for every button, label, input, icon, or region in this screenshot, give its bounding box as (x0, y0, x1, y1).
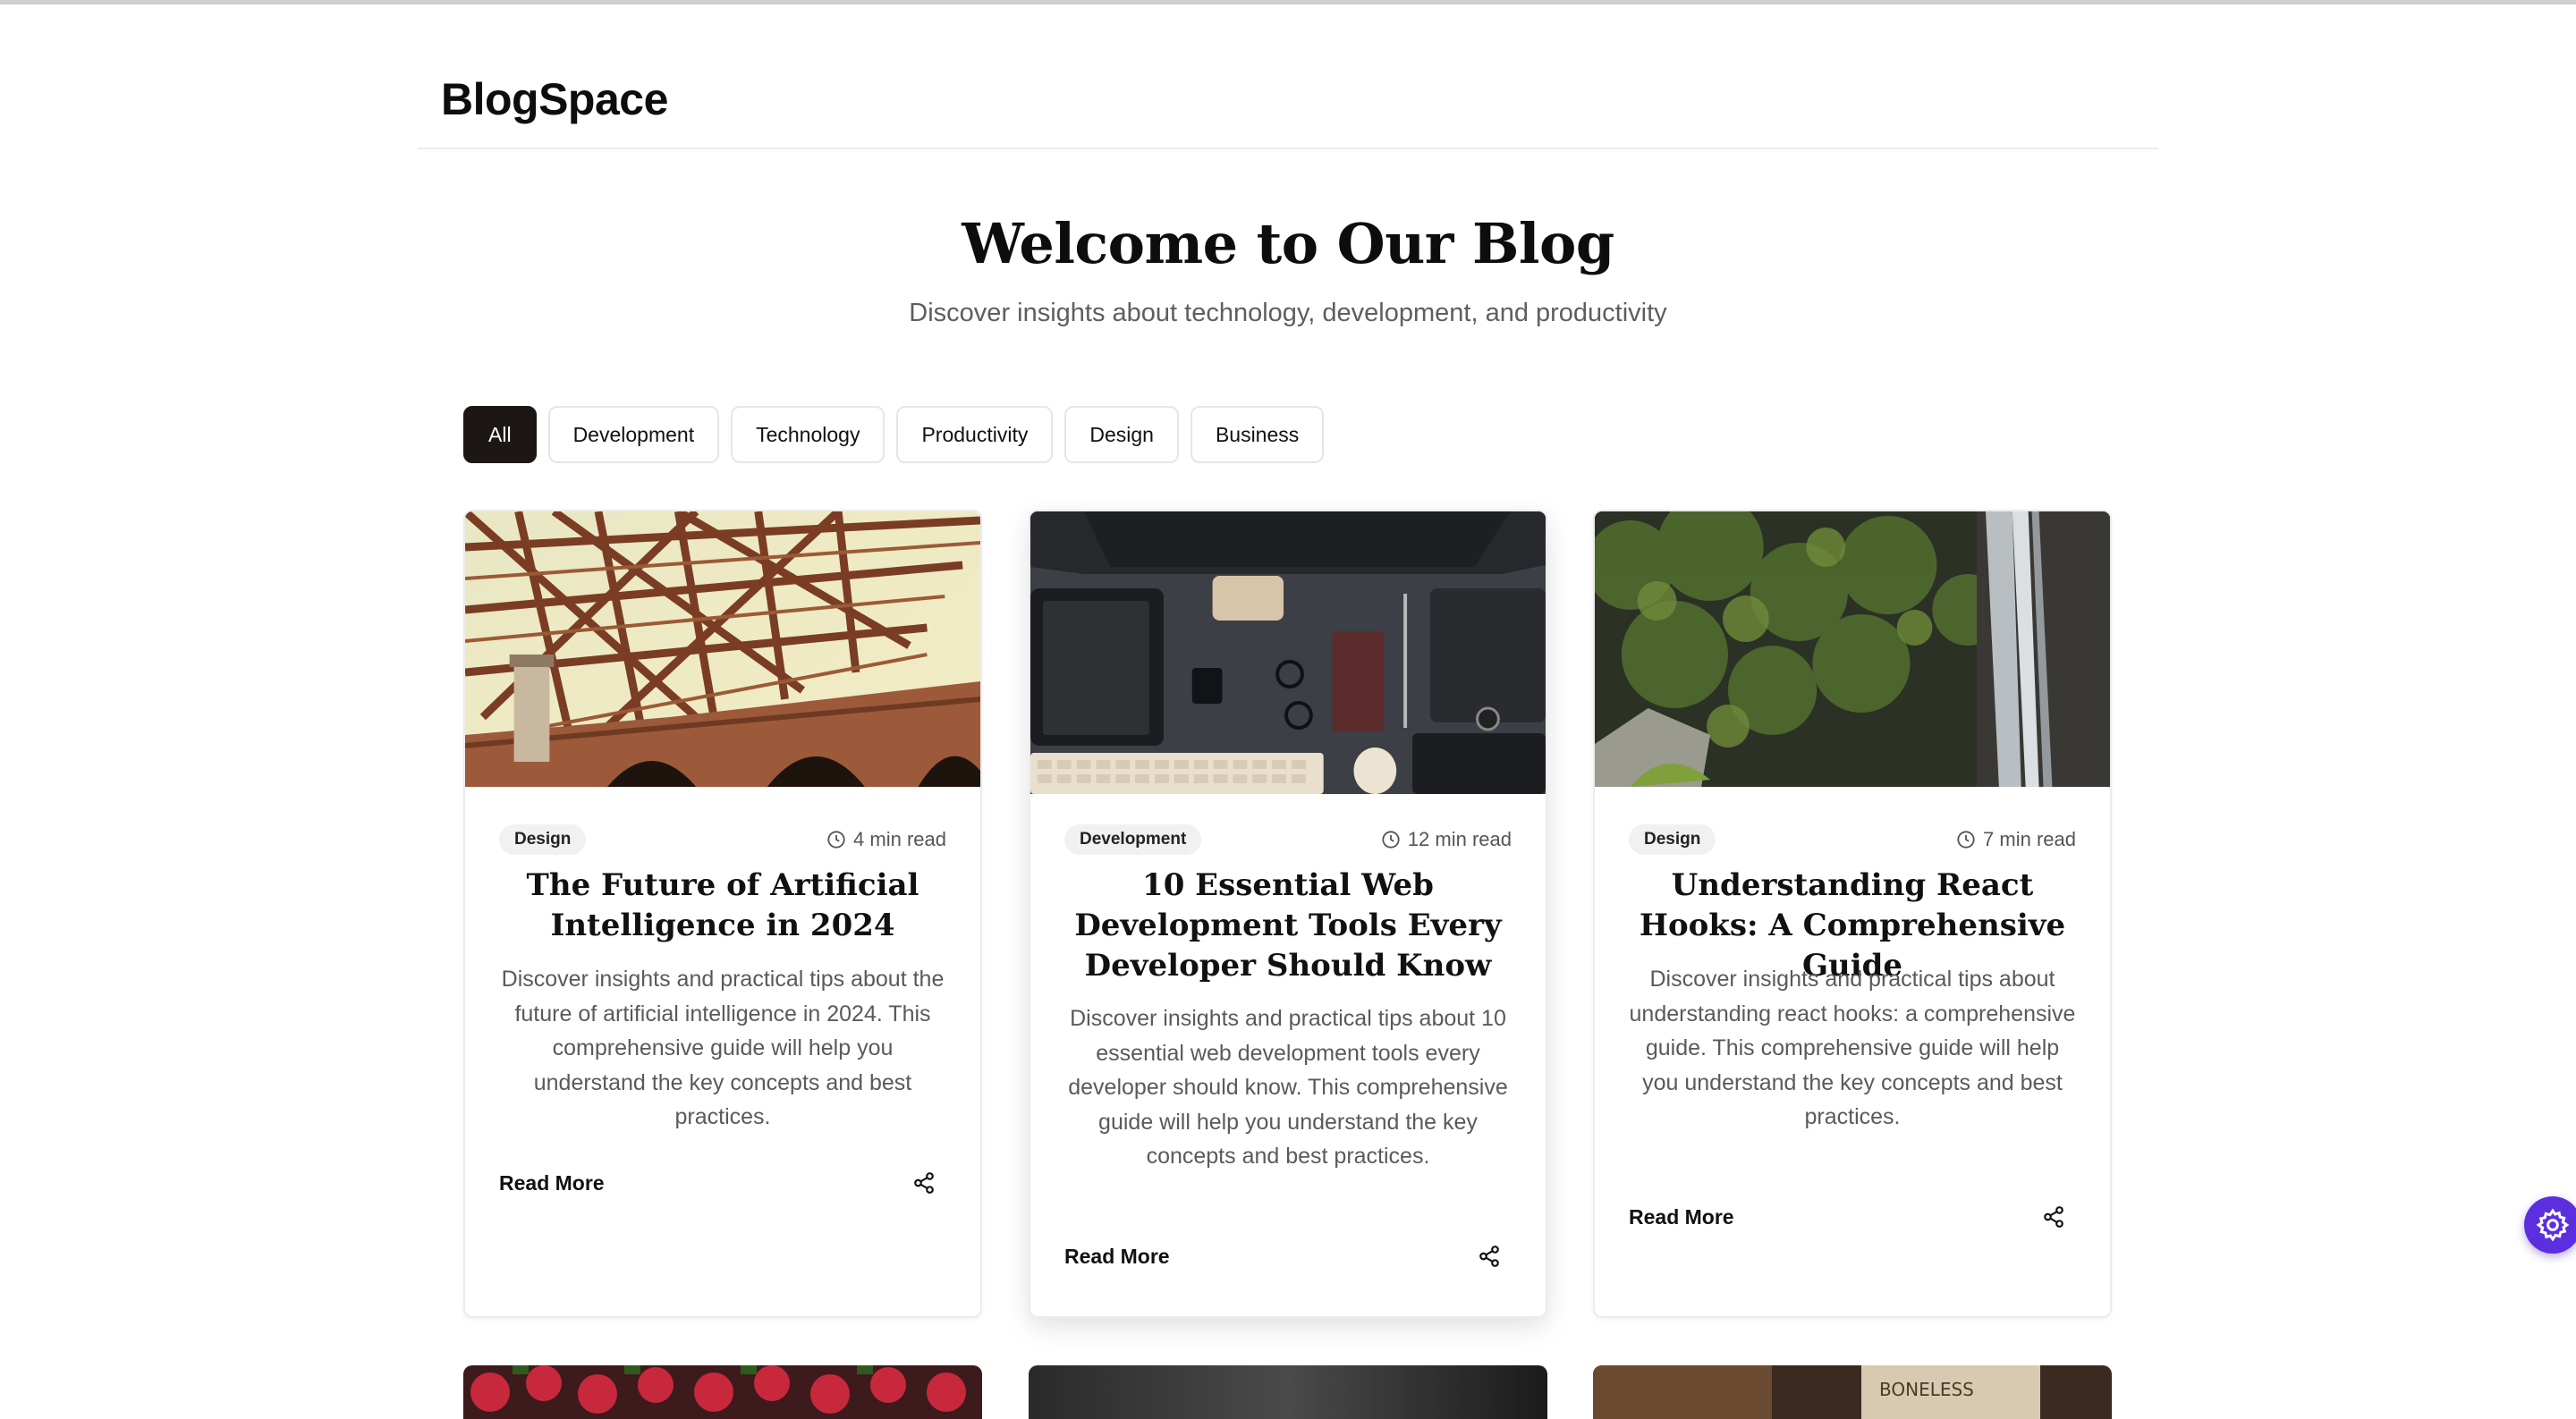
clock-icon (1382, 831, 1400, 849)
filter-design[interactable]: Design (1064, 406, 1179, 463)
read-more-link[interactable]: Read More (1064, 1245, 1170, 1269)
read-more-link[interactable]: Read More (499, 1171, 605, 1195)
read-time: 4 min read (826, 828, 946, 851)
read-time-label: 12 min read (1407, 828, 1512, 850)
box-label-art: BONELESS (1879, 1379, 1974, 1400)
share-icon[interactable] (1478, 1245, 1501, 1268)
gear-icon (2536, 1208, 2570, 1242)
post-image-desk[interactable] (1030, 511, 1546, 794)
post-actions: Read More (1629, 1199, 2065, 1235)
post-card[interactable]: Design 7 min read Understanding React Ho… (1593, 510, 2112, 1318)
page-subtitle: Discover insights about technology, deve… (909, 299, 1667, 327)
category-filters: All Development Technology Productivity … (463, 406, 1325, 463)
post-card[interactable]: Development 12 min read 10 Essential Web… (1029, 510, 1547, 1318)
filter-all[interactable]: All (463, 406, 537, 463)
category-badge[interactable]: Design (499, 824, 587, 855)
read-time-label: 4 min read (853, 828, 946, 850)
clock-icon (1957, 831, 1975, 849)
post-image-box[interactable]: BONELESS (1593, 1365, 2112, 1419)
share-icon[interactable] (912, 1171, 936, 1195)
read-time-label: 7 min read (1983, 828, 2076, 850)
category-badge[interactable]: Design (1629, 824, 1716, 855)
settings-fab[interactable] (2524, 1196, 2576, 1254)
post-image-dark[interactable] (1029, 1365, 1547, 1419)
post-excerpt: Discover insights and practical tips abo… (501, 967, 945, 1129)
post-image-bridge[interactable] (465, 511, 980, 787)
post-excerpt: Discover insights and practical tips abo… (1068, 1006, 1508, 1169)
post-meta: Development 12 min read (1064, 824, 1512, 855)
post-actions: Read More (499, 1165, 936, 1201)
share-icon[interactable] (2042, 1205, 2065, 1229)
post-image-waterfall[interactable] (1595, 511, 2110, 787)
read-time: 7 min read (1956, 828, 2076, 851)
post-card[interactable]: Design 4 min read The Future of Artifici… (463, 510, 982, 1318)
filter-technology[interactable]: Technology (731, 406, 886, 463)
brand-logo[interactable]: BlogSpace (441, 73, 668, 125)
read-time: 12 min read (1381, 828, 1512, 851)
read-more-link[interactable]: Read More (1629, 1205, 1734, 1229)
post-meta: Design 7 min read (1629, 824, 2076, 855)
post-title[interactable]: The Future of Artificial Intelligence in… (492, 866, 953, 946)
post-image-strawberries[interactable] (463, 1365, 982, 1419)
post-title[interactable]: 10 Essential Web Development Tools Every… (1057, 866, 1519, 986)
page-title: Welcome to Our Blog (962, 211, 1614, 276)
filter-development[interactable]: Development (547, 406, 720, 463)
post-meta: Design 4 min read (499, 824, 946, 855)
filter-productivity[interactable]: Productivity (896, 406, 1054, 463)
post-actions: Read More (1064, 1238, 1501, 1274)
filter-business[interactable]: Business (1190, 406, 1325, 463)
category-badge[interactable]: Development (1064, 824, 1202, 855)
site-header: BlogSpace (418, 4, 2158, 149)
post-excerpt: Discover insights and practical tips abo… (1629, 967, 2076, 1129)
clock-icon (827, 831, 845, 849)
